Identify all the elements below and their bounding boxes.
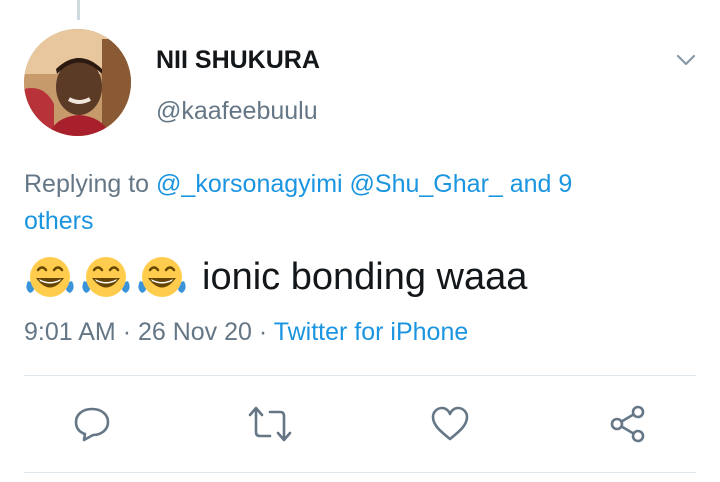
avatar-photo [24, 29, 131, 136]
face-with-tears-of-joy-icon [26, 257, 74, 297]
emoji-row [24, 255, 188, 299]
mention-link[interactable]: @Shu_Ghar_ [350, 170, 503, 198]
share-icon [610, 405, 645, 443]
mention-link[interactable]: @_korsonagyimi [156, 170, 343, 198]
like-button[interactable] [428, 402, 472, 446]
retweet-button[interactable] [248, 402, 292, 446]
face-with-tears-of-joy-icon [138, 257, 186, 297]
tweet-metadata: 9:01 AM · 26 Nov 20 · Twitter for iPhone [24, 318, 468, 347]
chevron-down-icon[interactable] [674, 48, 698, 72]
divider [24, 472, 696, 473]
tweet-time: 9:01 AM [24, 318, 116, 346]
meta-separator: · [122, 318, 132, 346]
avatar[interactable] [24, 29, 131, 136]
reply-button[interactable] [70, 402, 114, 446]
replying-to-line: Replying to @_korsonagyimi @Shu_Ghar_ an… [24, 166, 624, 240]
tweet-body: ionic bonding waaa [24, 252, 527, 302]
reply-icon [74, 407, 110, 442]
divider [24, 375, 696, 376]
display-name[interactable]: NII SHUKURA [156, 46, 320, 75]
replying-to-label: Replying to [24, 170, 150, 198]
tweet-date: 26 Nov 20 [137, 318, 252, 346]
tweet-source-link[interactable]: Twitter for iPhone [274, 318, 469, 346]
like-icon [431, 406, 469, 441]
retweet-icon [248, 406, 292, 442]
share-button[interactable] [606, 402, 650, 446]
user-handle[interactable]: @kaafeebuulu [156, 97, 318, 126]
face-with-tears-of-joy-icon [82, 257, 130, 297]
thread-connector-line [77, 0, 80, 20]
meta-separator: · [258, 318, 268, 346]
tweet-text: ionic bonding waaa [202, 255, 528, 298]
